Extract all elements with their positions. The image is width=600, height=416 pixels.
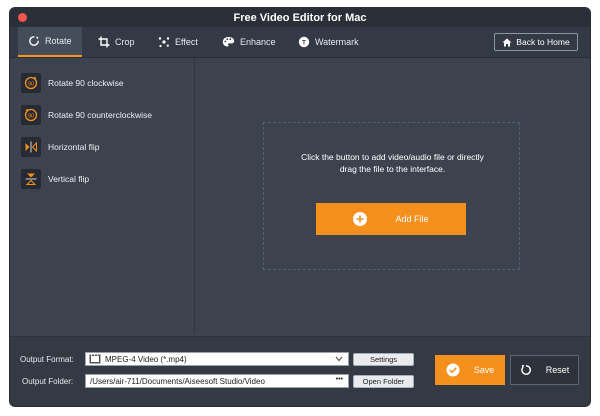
tab-enhance[interactable]: Enhance [222, 27, 276, 57]
effect-icon [158, 37, 170, 48]
plus-icon [353, 212, 368, 226]
drop-instructions-line1: Click the button to add video/audio file… [301, 152, 484, 162]
tab-watermark[interactable]: T Watermark [298, 27, 359, 57]
back-to-home-button[interactable]: Back to Home [494, 33, 578, 51]
drop-instructions-line2: drag the file to the interface. [339, 164, 446, 174]
drop-instructions: Click the button to add video/audio file… [264, 151, 521, 175]
sidebar-item-horizontal-flip[interactable]: Horizontal flip [21, 136, 100, 158]
sidebar-item-label: Horizontal flip [48, 142, 100, 152]
watermark-icon: T [298, 36, 310, 48]
enhance-icon [222, 37, 235, 47]
output-format-select[interactable]: MPEG-4 Video (*.mp4) [85, 352, 349, 366]
reset-icon [520, 365, 531, 375]
vertical-flip-icon [21, 169, 41, 189]
rotate-options-sidebar: 90 Rotate 90 clockwise 90 Rotate 90 coun… [10, 58, 195, 334]
tab-crop[interactable]: Crop [98, 27, 135, 57]
checkmark-icon [446, 363, 460, 377]
crop-icon [98, 36, 110, 48]
close-window-button[interactable] [18, 13, 27, 22]
settings-button-label: Settings [369, 355, 398, 364]
window-title: Free Video Editor for Mac [233, 12, 367, 24]
back-to-home-label: Back to Home [516, 37, 570, 47]
save-button-label: Save [473, 365, 495, 375]
rotate-icon [29, 36, 39, 46]
sidebar-item-label: Vertical flip [48, 174, 90, 184]
app-window: Free Video Editor for Mac Rotate Crop Ef… [10, 8, 590, 406]
add-file-label: Add File [395, 214, 429, 224]
tab-label: Enhance [240, 37, 276, 47]
tab-label: Effect [175, 37, 198, 47]
sidebar-item-label: Rotate 90 counterclockwise [48, 110, 152, 120]
rotate-counterclockwise-icon: 90 [21, 105, 41, 125]
tab-label: Watermark [315, 37, 359, 47]
save-button[interactable]: Save [435, 355, 505, 385]
title-bar: Free Video Editor for Mac [10, 8, 590, 27]
output-folder-field[interactable]: /Users/air-711/Documents/Aiseesoft Studi… [85, 374, 349, 388]
drop-zone[interactable]: Click the button to add video/audio file… [263, 122, 520, 270]
output-folder-value: /Users/air-711/Documents/Aiseesoft Studi… [90, 376, 265, 386]
browse-folder-button[interactable]: ••• [336, 376, 343, 383]
sidebar-item-rotate-clockwise[interactable]: 90 Rotate 90 clockwise [21, 72, 124, 94]
video-format-icon [89, 354, 101, 364]
sidebar-item-rotate-counterclockwise[interactable]: 90 Rotate 90 counterclockwise [21, 104, 152, 126]
tab-rotate[interactable]: Rotate [18, 27, 82, 57]
icon-text: 90 [28, 81, 34, 87]
output-bar: Output Format: MPEG-4 Video (*.mp4) Sett… [10, 336, 590, 406]
add-file-button[interactable]: Add File [316, 203, 466, 235]
rotate-clockwise-icon: 90 [21, 73, 41, 93]
tab-label: Crop [115, 37, 135, 47]
tab-effect[interactable]: Effect [158, 27, 198, 57]
horizontal-flip-icon [21, 137, 41, 157]
output-folder-label: Output Folder: [22, 377, 74, 386]
output-format-value: MPEG-4 Video (*.mp4) [105, 354, 187, 364]
chevron-down-icon [335, 356, 343, 362]
home-icon [502, 38, 512, 46]
tab-label: Rotate [45, 36, 72, 46]
sidebar-item-vertical-flip[interactable]: Vertical flip [21, 168, 89, 190]
preview-area: Click the button to add video/audio file… [195, 58, 590, 334]
svg-text:T: T [302, 40, 306, 46]
open-folder-button[interactable]: Open Folder [353, 375, 414, 388]
output-format-label: Output Format: [20, 355, 74, 364]
icon-text: 90 [28, 113, 34, 119]
reset-button[interactable]: Reset [510, 355, 579, 385]
reset-button-label: Reset [545, 365, 570, 375]
settings-button[interactable]: Settings [353, 353, 414, 366]
sidebar-item-label: Rotate 90 clockwise [48, 78, 124, 88]
open-folder-button-label: Open Folder [362, 377, 405, 386]
tab-bar: Rotate Crop Effect Enhance T Watermark B… [10, 27, 590, 58]
